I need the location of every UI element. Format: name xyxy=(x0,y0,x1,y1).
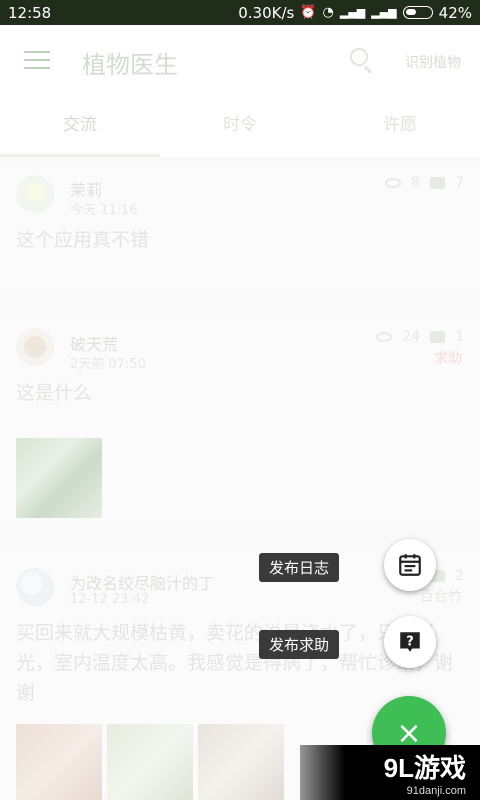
post-image[interactable] xyxy=(198,724,284,800)
tab-wish[interactable]: 许愿 xyxy=(320,95,480,157)
tab-season[interactable]: 时令 xyxy=(160,95,320,157)
comment-icon xyxy=(430,177,446,189)
post-stats: 24 1 xyxy=(376,329,464,345)
comments-count: 1 xyxy=(455,329,464,345)
post-author[interactable]: 破天荒 xyxy=(70,331,118,355)
post-time: 2天前 07:50 xyxy=(70,357,146,372)
comments-count: 2 xyxy=(455,568,464,584)
status-bar: 12:58 0.30K/s ⏰ ◔ ▂▄▆ ▂▄▆ 42% xyxy=(0,0,480,25)
post-card[interactable]: 茉莉 今天 11:16 8 7 这个应用真不错 xyxy=(0,163,480,293)
alarm-icon: ⏰ xyxy=(300,5,317,20)
app-title: 植物医生 xyxy=(82,51,178,79)
category-tag: 百合竹 xyxy=(420,589,462,605)
battery-percent: 42% xyxy=(438,3,472,22)
help-tag: 求助 xyxy=(434,351,462,367)
calendar-icon xyxy=(399,554,421,576)
help-icon: ? xyxy=(400,632,420,652)
publish-help-button[interactable]: ? xyxy=(384,616,436,668)
wifi-icon: ◔ xyxy=(322,5,334,20)
svg-text:?: ? xyxy=(406,634,414,649)
post-image[interactable] xyxy=(16,438,102,518)
tab-exchange[interactable]: 交流 xyxy=(0,95,160,157)
post-image[interactable] xyxy=(16,724,102,800)
battery-icon xyxy=(402,6,433,19)
publish-help-label[interactable]: 发布求助 xyxy=(259,630,340,659)
identify-plant-button[interactable]: 识别植物 xyxy=(405,52,461,72)
watermark-logo: 9L游戏 91danji.com xyxy=(300,745,480,800)
views-icon xyxy=(385,178,402,188)
avatar[interactable] xyxy=(16,328,54,366)
search-icon[interactable] xyxy=(350,48,374,74)
post-image[interactable] xyxy=(107,724,193,800)
views-count: 24 xyxy=(402,329,421,345)
comments-count: 7 xyxy=(455,175,464,191)
signal-icon-2: ▂▄▆ xyxy=(371,6,397,19)
post-author[interactable]: 为改名绞尽脑汁的丁 xyxy=(70,570,214,594)
post-card[interactable]: 破天荒 2天前 07:50 24 1 求助 这是什么 xyxy=(0,318,480,526)
app-bar: 植物医生 识别植物 xyxy=(0,25,480,95)
comment-icon xyxy=(430,331,446,343)
publish-diary-label[interactable]: 发布日志 xyxy=(259,553,340,582)
signal-icon: ▂▄▆ xyxy=(339,6,366,19)
avatar[interactable] xyxy=(16,568,54,606)
network-speed: 0.30K/s xyxy=(238,3,295,22)
post-text: 这个应用真不错 xyxy=(16,229,150,251)
post-text: 这是什么 xyxy=(16,382,93,404)
views-count: 8 xyxy=(411,175,421,191)
post-time: 12-12 23:42 xyxy=(70,592,150,607)
tab-bar: 交流 时令 许愿 xyxy=(0,95,480,157)
views-icon xyxy=(376,332,393,342)
menu-icon[interactable] xyxy=(24,51,50,69)
publish-diary-button[interactable] xyxy=(384,539,436,591)
post-time: 今天 11:16 xyxy=(70,203,138,218)
post-author[interactable]: 茉莉 xyxy=(70,177,102,201)
watermark-sub: 91danji.com xyxy=(406,785,466,797)
post-stats: 8 7 xyxy=(385,175,464,191)
avatar[interactable] xyxy=(16,175,54,213)
status-time: 12:58 xyxy=(8,3,52,22)
watermark-main: 9L游戏 xyxy=(383,753,466,783)
